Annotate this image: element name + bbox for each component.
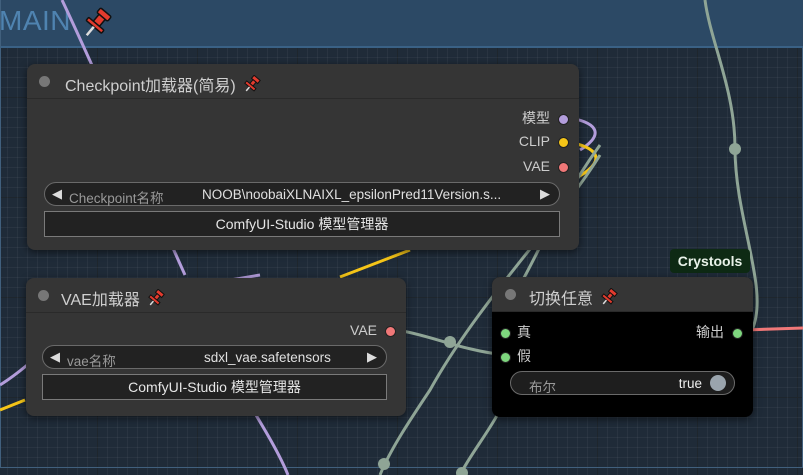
node-header[interactable]: VAE加载器 bbox=[26, 278, 406, 313]
arrow-left-icon[interactable]: ◀ bbox=[52, 186, 62, 202]
model-manager-button[interactable]: ComfyUI-Studio 模型管理器 bbox=[44, 211, 560, 237]
pin-icon bbox=[600, 287, 619, 311]
model-manager-button[interactable]: ComfyUI-Studio 模型管理器 bbox=[42, 374, 387, 400]
slot-model-icon[interactable] bbox=[558, 113, 569, 125]
crystools-badge: Crystools bbox=[670, 249, 750, 273]
collapse-dot[interactable] bbox=[505, 289, 516, 300]
input-true[interactable]: 真 bbox=[500, 322, 531, 342]
node-header[interactable]: 切换任意 bbox=[492, 277, 753, 312]
slot-clip-icon[interactable] bbox=[558, 136, 569, 148]
output-clip[interactable]: CLIP bbox=[519, 133, 569, 153]
pin-icon bbox=[243, 74, 262, 98]
output-vae[interactable]: VAE bbox=[523, 158, 569, 178]
pin-icon bbox=[147, 288, 166, 312]
vae-loader-node[interactable]: VAE加载器 VAE ◀ vae名称 sdxl_vae.safetensors … bbox=[26, 278, 406, 416]
wire-any-5 bbox=[458, 409, 502, 475]
arrow-right-icon[interactable]: ▶ bbox=[540, 186, 550, 202]
output-model[interactable]: 模型 bbox=[522, 108, 569, 128]
node-title: VAE加载器 bbox=[61, 286, 166, 312]
input-false[interactable]: 假 bbox=[500, 346, 531, 366]
switch-any-node[interactable]: 切换任意 真 假 输出 布尔 true bbox=[492, 277, 753, 417]
boolean-toggle[interactable]: 布尔 true bbox=[510, 371, 735, 395]
arrow-left-icon[interactable]: ◀ bbox=[50, 349, 60, 365]
wire-clip-3 bbox=[0, 398, 26, 412]
slot-false-icon[interactable] bbox=[500, 351, 511, 363]
node-title: 切换任意 bbox=[529, 285, 619, 311]
wire-out-red bbox=[744, 326, 803, 332]
collapse-dot[interactable] bbox=[38, 290, 49, 301]
arrow-right-icon[interactable]: ▶ bbox=[367, 349, 377, 365]
checkpoint-loader-node[interactable]: Checkpoint加载器(简易) 模型 CLIP VAE ◀ Checkpoi… bbox=[27, 64, 579, 250]
vae-name-combo[interactable]: ◀ vae名称 sdxl_vae.safetensors ▶ bbox=[42, 345, 387, 369]
node-header[interactable]: Checkpoint加载器(简易) bbox=[27, 64, 579, 99]
slot-output-icon[interactable] bbox=[732, 327, 743, 339]
checkpoint-name-combo[interactable]: ◀ Checkpoint名称 NOOB\noobaiXLNAIXL_epsilo… bbox=[44, 182, 560, 206]
slot-vae-icon[interactable] bbox=[558, 161, 569, 173]
toggle-knob[interactable] bbox=[710, 375, 726, 391]
slot-true-icon[interactable] bbox=[500, 327, 511, 339]
output-vae[interactable]: VAE bbox=[350, 322, 396, 342]
collapse-dot[interactable] bbox=[39, 76, 50, 87]
node-title: Checkpoint加载器(简易) bbox=[65, 72, 262, 98]
wire-clip-2 bbox=[339, 248, 411, 279]
slot-vae-icon[interactable] bbox=[385, 325, 396, 337]
output-result[interactable]: 输出 bbox=[696, 322, 743, 342]
